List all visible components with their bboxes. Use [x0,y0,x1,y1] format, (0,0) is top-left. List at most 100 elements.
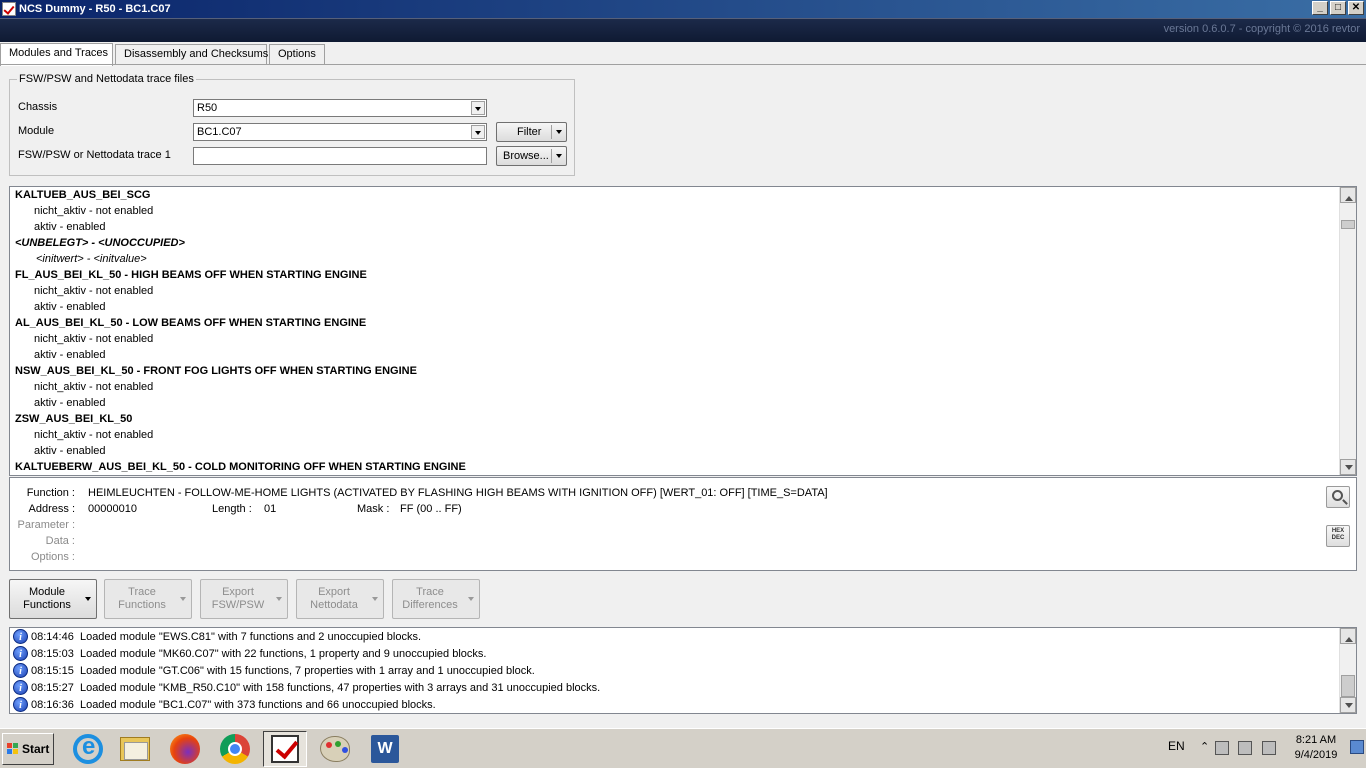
info-icon: i [13,663,28,678]
tab-modules-and-traces[interactable]: Modules and Traces [0,43,113,66]
taskbar-ncs-dummy[interactable] [263,731,307,767]
function-detail-panel: Function : HEIMLEUCHTEN - FOLLOW-ME-HOME… [9,477,1357,571]
value-item[interactable]: nicht_aktiv - not enabled [34,283,153,299]
chevron-down-icon [85,597,91,604]
start-button[interactable]: Start [2,733,54,765]
taskbar-paint[interactable] [313,731,357,767]
clock-time: 8:21 AM [1295,734,1337,746]
clock[interactable]: 8:21 AM 9/4/2019 [1286,733,1346,763]
tab-options[interactable]: Options [269,44,325,65]
internet-explorer-icon [73,733,103,764]
scroll-thumb[interactable] [1341,220,1355,229]
function-item[interactable]: KALTUEB_AUS_BEI_SCG [15,187,151,203]
function-item[interactable]: NSW_AUS_BEI_KL_50 - FRONT FOG LIGHTS OFF… [15,363,417,379]
header-banner: version 0.6.0.7 - copyright © 2016 revto… [0,18,1366,42]
log-scrollbar[interactable] [1339,628,1356,713]
taskbar-internet-explorer[interactable] [66,731,110,767]
button-line2: Nettodata [310,599,358,611]
function-list[interactable]: KALTUEB_AUS_BEI_SCG nicht_aktiv - not en… [9,186,1357,476]
language-indicator[interactable]: EN [1168,739,1185,753]
trace-files-group: FSW/PSW and Nettodata trace files Chassi… [9,73,575,176]
scroll-thumb[interactable] [1341,675,1355,697]
taskbar-word[interactable]: W [363,731,407,767]
log-panel[interactable]: i 08:14:46 Loaded module "EWS.C81" with … [9,627,1357,714]
taskbar-firefox[interactable] [163,731,207,767]
button-separator [551,149,552,163]
tab-disassembly-and-checksums[interactable]: Disassembly and Checksums [115,44,268,65]
module-functions-button[interactable]: Module Functions [9,579,97,619]
volume-icon[interactable] [1238,741,1252,755]
window-controls: _ □ ✕ [1312,1,1364,15]
length-value: 01 [264,503,277,515]
address-value: 00000010 [88,503,137,515]
log-message: Loaded module "EWS.C81" with 7 functions… [79,630,422,643]
value-item[interactable]: nicht_aktiv - not enabled [34,331,153,347]
value-item[interactable]: aktiv - enabled [34,347,106,363]
minimize-button[interactable]: _ [1312,1,1328,15]
hex-dec-icon: HEX DEC [1328,528,1348,542]
function-item[interactable]: KALTUEBERW_AUS_BEI_KL_50 - COLD MONITORI… [15,459,466,475]
trace-differences-button[interactable]: Trace Differences [392,579,480,619]
trace-file-input[interactable] [193,147,487,165]
tree-scrollbar[interactable] [1339,187,1356,475]
value-item[interactable]: <initwert> - <initvalue> [36,251,147,267]
taskbar-chrome[interactable] [213,731,257,767]
function-item[interactable]: FL_AUS_BEI_KL_50 - HIGH BEAMS OFF WHEN S… [15,267,367,283]
function-label: Function : [26,487,75,499]
mask-label: Mask : [357,503,390,515]
window-title: NCS Dummy - R50 - BC1.C07 [19,3,171,15]
module-dropdown[interactable]: BC1.C07 [193,123,487,141]
browse-button[interactable]: Browse... [496,146,567,166]
network-icon[interactable] [1262,741,1276,755]
button-line1: Export [222,586,254,598]
tray-expand-icon[interactable]: ⌃ [1200,740,1209,753]
length-label: Length : [212,503,252,515]
function-item[interactable]: ZSW_AUS_BEI_KL_50 [15,411,132,427]
value-item[interactable]: aktiv - enabled [34,219,106,235]
chevron-down-icon [372,597,378,604]
maximize-button[interactable]: □ [1330,1,1346,15]
windows-flag-icon [7,743,19,755]
filter-label: Filter [517,126,542,138]
show-desktop-icon[interactable] [1350,740,1364,754]
log-time: 08:16:36 [31,698,74,711]
start-label: Start [22,742,50,756]
close-button[interactable]: ✕ [1348,1,1364,15]
log-message: Loaded module "MK60.C07" with 22 functio… [79,647,487,660]
scroll-down-icon[interactable] [1340,697,1356,713]
chassis-dropdown[interactable]: R50 [193,99,487,117]
button-line2: Functions [118,599,166,611]
scroll-up-icon[interactable] [1340,628,1356,644]
export-fsw-psw-button[interactable]: Export FSW/PSW [200,579,288,619]
chevron-down-icon[interactable] [471,125,485,139]
function-item[interactable]: AL_AUS_BEI_KL_50 - LOW BEAMS OFF WHEN ST… [15,315,366,331]
chevron-down-icon [276,597,282,604]
trace-functions-button[interactable]: Trace Functions [104,579,192,619]
chevron-down-icon [556,154,562,161]
export-nettodata-button[interactable]: Export Nettodata [296,579,384,619]
log-message: Loaded module "BC1.C07" with 373 functio… [79,698,436,711]
search-button[interactable] [1326,486,1350,508]
value-item[interactable]: aktiv - enabled [34,299,106,315]
firefox-icon [170,734,200,764]
filter-button[interactable]: Filter [496,122,567,142]
value-item[interactable]: nicht_aktiv - not enabled [34,379,153,395]
chevron-down-icon[interactable] [471,101,485,115]
log-message: Loaded module "KMB_R50.C10" with 158 fun… [79,681,601,694]
value-item[interactable]: nicht_aktiv - not enabled [34,203,153,219]
taskbar-file-explorer[interactable] [113,731,157,767]
function-item[interactable]: <UNBELEGT> - <UNOCCUPIED> [15,235,185,251]
button-line2: Differences [402,599,458,611]
value-item[interactable]: aktiv - enabled [34,443,106,459]
chassis-value: R50 [197,102,218,114]
device-icon[interactable] [1215,741,1229,755]
value-item[interactable]: aktiv - enabled [34,395,106,411]
word-icon: W [371,735,399,763]
parameter-label: Parameter : [17,519,75,531]
hex-dec-toggle[interactable]: HEX DEC [1326,525,1350,547]
scroll-down-icon[interactable] [1340,459,1356,475]
scroll-up-icon[interactable] [1340,187,1356,203]
value-item[interactable]: nicht_aktiv - not enabled [34,427,153,443]
button-line1: Export [318,586,350,598]
log-time: 08:15:27 [31,681,74,694]
